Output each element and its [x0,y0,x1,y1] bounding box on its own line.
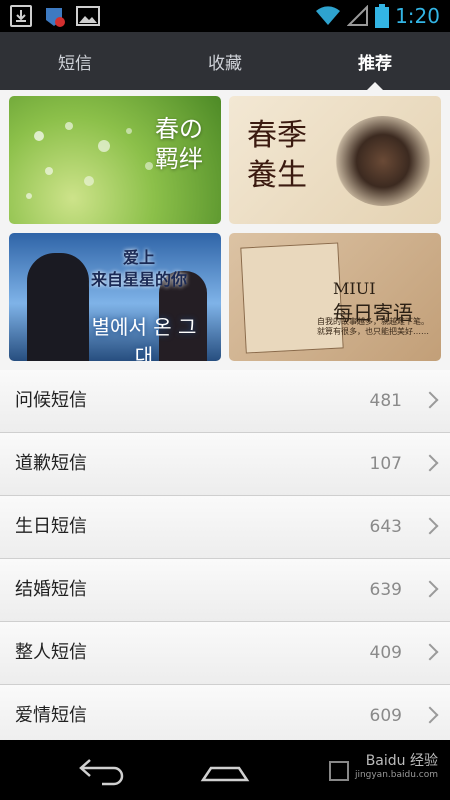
category-count: 107 [369,454,402,474]
category-label: 道歉短信 [15,453,87,474]
watermark-url: jingyan.baidu.com [354,770,438,780]
download-icon [10,5,32,27]
back-icon[interactable] [72,750,132,790]
tab-favorites[interactable]: 收藏 [150,32,300,90]
category-label: 结婚短信 [15,579,87,600]
chevron-right-icon [421,580,439,598]
category-list: 问候短信 481 道歉短信 107 生日短信 643 结婚短信 639 整人短信… [0,370,450,740]
banner-spring-bond[interactable]: 春の羁绊 [9,96,221,224]
tab-messages[interactable]: 短信 [0,32,150,90]
list-item[interactable]: 生日短信 643 [0,496,450,559]
category-count: 643 [369,517,402,537]
clock: 1:20 [395,4,440,28]
list-item[interactable]: 道歉短信 107 [0,433,450,496]
chevron-right-icon [421,517,439,535]
banner-brand: MIUI [333,279,376,298]
category-label: 爱情短信 [15,705,87,726]
wifi-icon [316,6,341,25]
category-label: 问候短信 [15,390,87,411]
image-icon [76,5,100,27]
banner-title-top: 爱上 [122,248,155,267]
list-item[interactable]: 问候短信 481 [0,370,450,433]
actor-image [27,253,89,361]
signal-icon [347,5,369,26]
category-label: 整人短信 [15,642,87,663]
battery-icon [375,4,390,28]
banner-note: 自我的故事越多，就越难下笔。就算有很多，也只能把美好…… [317,317,429,336]
chevron-right-icon [421,454,439,472]
banner-title: 春季養生 [247,118,307,193]
chevron-right-icon [421,391,439,409]
notification-icon [42,4,66,28]
banner-title: 春の羁绊 [155,115,203,173]
tab-recommended-label: 推荐 [358,53,392,74]
tab-bar: 短信 收藏 推荐 [0,32,450,91]
tab-recommended[interactable]: 推荐 [300,32,450,91]
list-item[interactable]: 整人短信 409 [0,622,450,685]
banner-title: 爱上 来自星星的你 [89,247,189,291]
main-content: 春の羁绊 春季養生 爱上 来自星星的你 별에서 온 그대 MIUI 每日寄语 自… [0,90,450,740]
chevron-right-icon [421,643,439,661]
banner-star-drama[interactable]: 爱上 来自星星的你 별에서 온 그대 [9,233,221,361]
banner-title-main: 来自星星的你 [90,270,187,289]
banner-daily-quote[interactable]: MIUI 每日寄语 自我的故事越多，就越难下笔。就算有很多，也只能把美好…… [229,233,441,361]
navigation-bar: Baidu 经验 jingyan.baidu.com [0,740,450,800]
category-count: 481 [369,391,402,411]
banner-korean-title: 별에서 온 그대 [91,315,197,361]
category-count: 639 [369,580,402,600]
list-item[interactable]: 结婚短信 639 [0,559,450,622]
status-bar: 1:20 [0,0,450,32]
category-count: 609 [369,706,402,726]
watermark-text: Baidu 经验 [365,753,438,769]
banner-spring-health[interactable]: 春季養生 [229,96,441,224]
chevron-right-icon [421,706,439,724]
category-label: 生日短信 [15,516,87,537]
home-icon[interactable] [195,750,255,790]
category-count: 409 [369,643,402,663]
list-item[interactable]: 爱情短信 609 [0,685,450,740]
watermark: Baidu 经验 jingyan.baidu.com [355,750,438,780]
spice-bowl-image [335,116,431,206]
